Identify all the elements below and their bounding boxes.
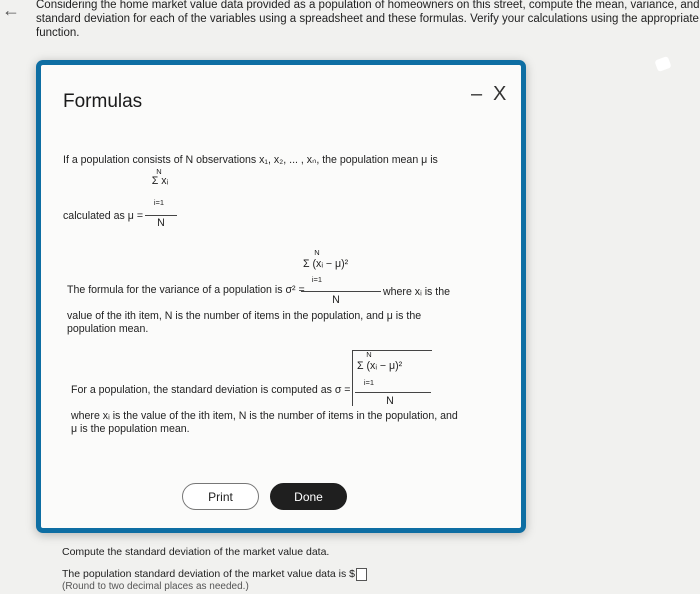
variance-def-line-2: value of the ith item, N is the number o… (67, 310, 422, 322)
intro-line-3: function. (36, 27, 80, 39)
var-sum-upper: N (314, 248, 320, 257)
sd-fraction-bar (355, 392, 431, 393)
sd-denominator: N (386, 395, 394, 407)
problem-intro: Considering the home market value data p… (36, 0, 700, 40)
sd-intro: For a population, the standard deviation… (71, 384, 351, 396)
sqrt-vertical (352, 350, 353, 406)
mean-intro-text: If a population consists of N observatio… (63, 154, 438, 166)
done-button[interactable]: Done (270, 483, 347, 510)
var-numerator: Σ (xᵢ − μ)² (303, 258, 349, 270)
sd-sum-upper: N (366, 350, 372, 359)
answer-prefix: The population standard deviation of the… (62, 568, 356, 580)
mean-denominator: N (157, 217, 165, 229)
var-sum-lower: i=1 (311, 275, 323, 284)
round-note: (Round to two decimal places as needed.) (62, 581, 249, 592)
sd-sum-lower: i=1 (363, 378, 375, 387)
print-button[interactable]: Print (182, 483, 259, 510)
mean-sum-lower: i=1 (153, 198, 165, 207)
mean-fraction-bar (145, 215, 177, 216)
sd-def-line-3: μ is the population mean. (71, 423, 190, 435)
var-denominator: N (332, 294, 340, 306)
close-button[interactable]: X (493, 83, 506, 106)
formulas-dialog: Formulas – X If a population consists of… (36, 60, 526, 533)
dialog-title: Formulas (63, 91, 143, 112)
question-text: Compute the standard deviation of the ma… (62, 546, 330, 558)
sd-def-line-2: where xᵢ is the value of the ith item, N… (71, 410, 458, 422)
back-arrow-icon[interactable]: ← (2, 0, 20, 21)
sd-numerator: Σ (xᵢ − μ)² (357, 360, 403, 372)
answer-input[interactable] (356, 567, 368, 581)
mean-label: calculated as μ = (63, 210, 144, 222)
intro-line-1: Considering the home market value data p… (36, 0, 700, 11)
var-where-text: where xᵢ is the (383, 286, 451, 298)
intro-line-2: standard deviation for each of the varia… (36, 13, 700, 25)
answer-line: The population standard deviation of the… (62, 567, 368, 581)
minimize-button[interactable]: – (471, 83, 482, 106)
decorative-shape (654, 55, 672, 73)
variance-intro: The formula for the variance of a popula… (67, 284, 305, 296)
var-fraction-bar (301, 291, 381, 292)
variance-def-line-3: population mean. (67, 323, 149, 335)
mean-sum-term: Σ xᵢ (151, 175, 169, 187)
